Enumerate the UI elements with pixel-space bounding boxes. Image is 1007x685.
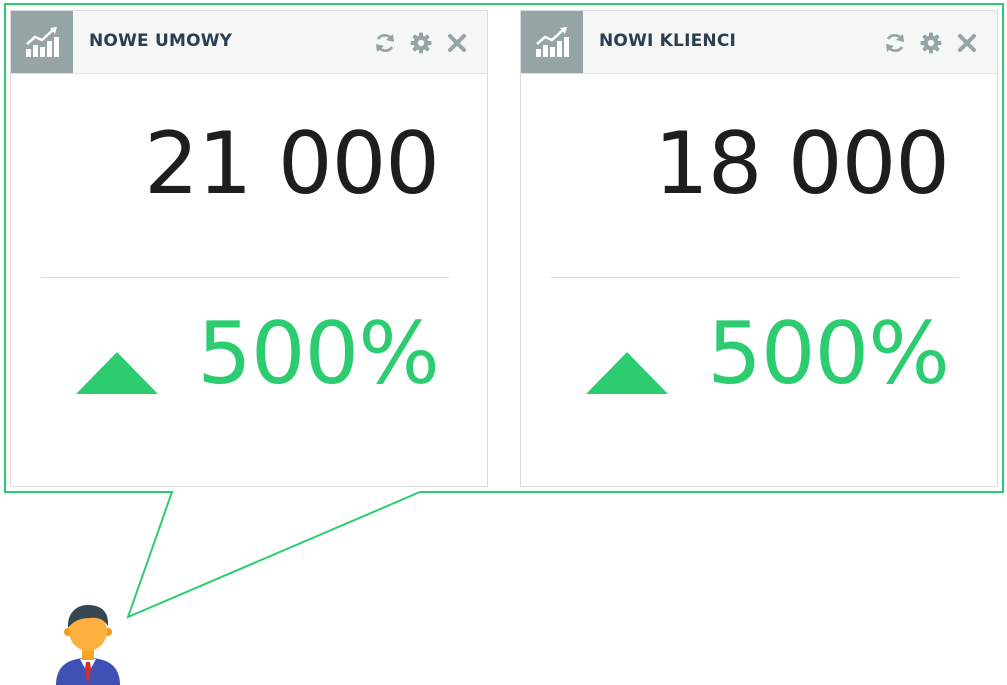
divider [41, 277, 449, 278]
widget-title: NOWI KLIENCI [599, 31, 737, 51]
close-icon[interactable] [445, 31, 469, 55]
widget-title: NOWE UMOWY [89, 31, 233, 51]
metric-value: 21 000 [144, 114, 440, 214]
user-avatar-icon [56, 604, 120, 685]
widget-actions [373, 31, 469, 55]
chart-icon [11, 11, 73, 73]
gear-icon[interactable] [919, 31, 943, 55]
chart-icon [521, 11, 583, 73]
divider [551, 277, 959, 278]
refresh-icon[interactable] [373, 31, 397, 55]
refresh-icon[interactable] [883, 31, 907, 55]
trend-up-icon [586, 352, 668, 394]
widget-nowe-umowy: NOWE UMOWY 21 000 500% [10, 10, 488, 487]
trend-percent: 500% [707, 304, 950, 404]
dashboard-stage: NOWE UMOWY 21 000 500% NOWI KLIENCI 18 0… [0, 0, 1007, 685]
metric-value: 18 000 [654, 114, 950, 214]
widget-header: NOWE UMOWY [11, 11, 487, 74]
trend-percent: 500% [197, 304, 440, 404]
close-icon[interactable] [955, 31, 979, 55]
widget-actions [883, 31, 979, 55]
widget-header: NOWI KLIENCI [521, 11, 997, 74]
trend-up-icon [76, 352, 158, 394]
widget-nowi-klienci: NOWI KLIENCI 18 000 500% [520, 10, 998, 487]
gear-icon[interactable] [409, 31, 433, 55]
